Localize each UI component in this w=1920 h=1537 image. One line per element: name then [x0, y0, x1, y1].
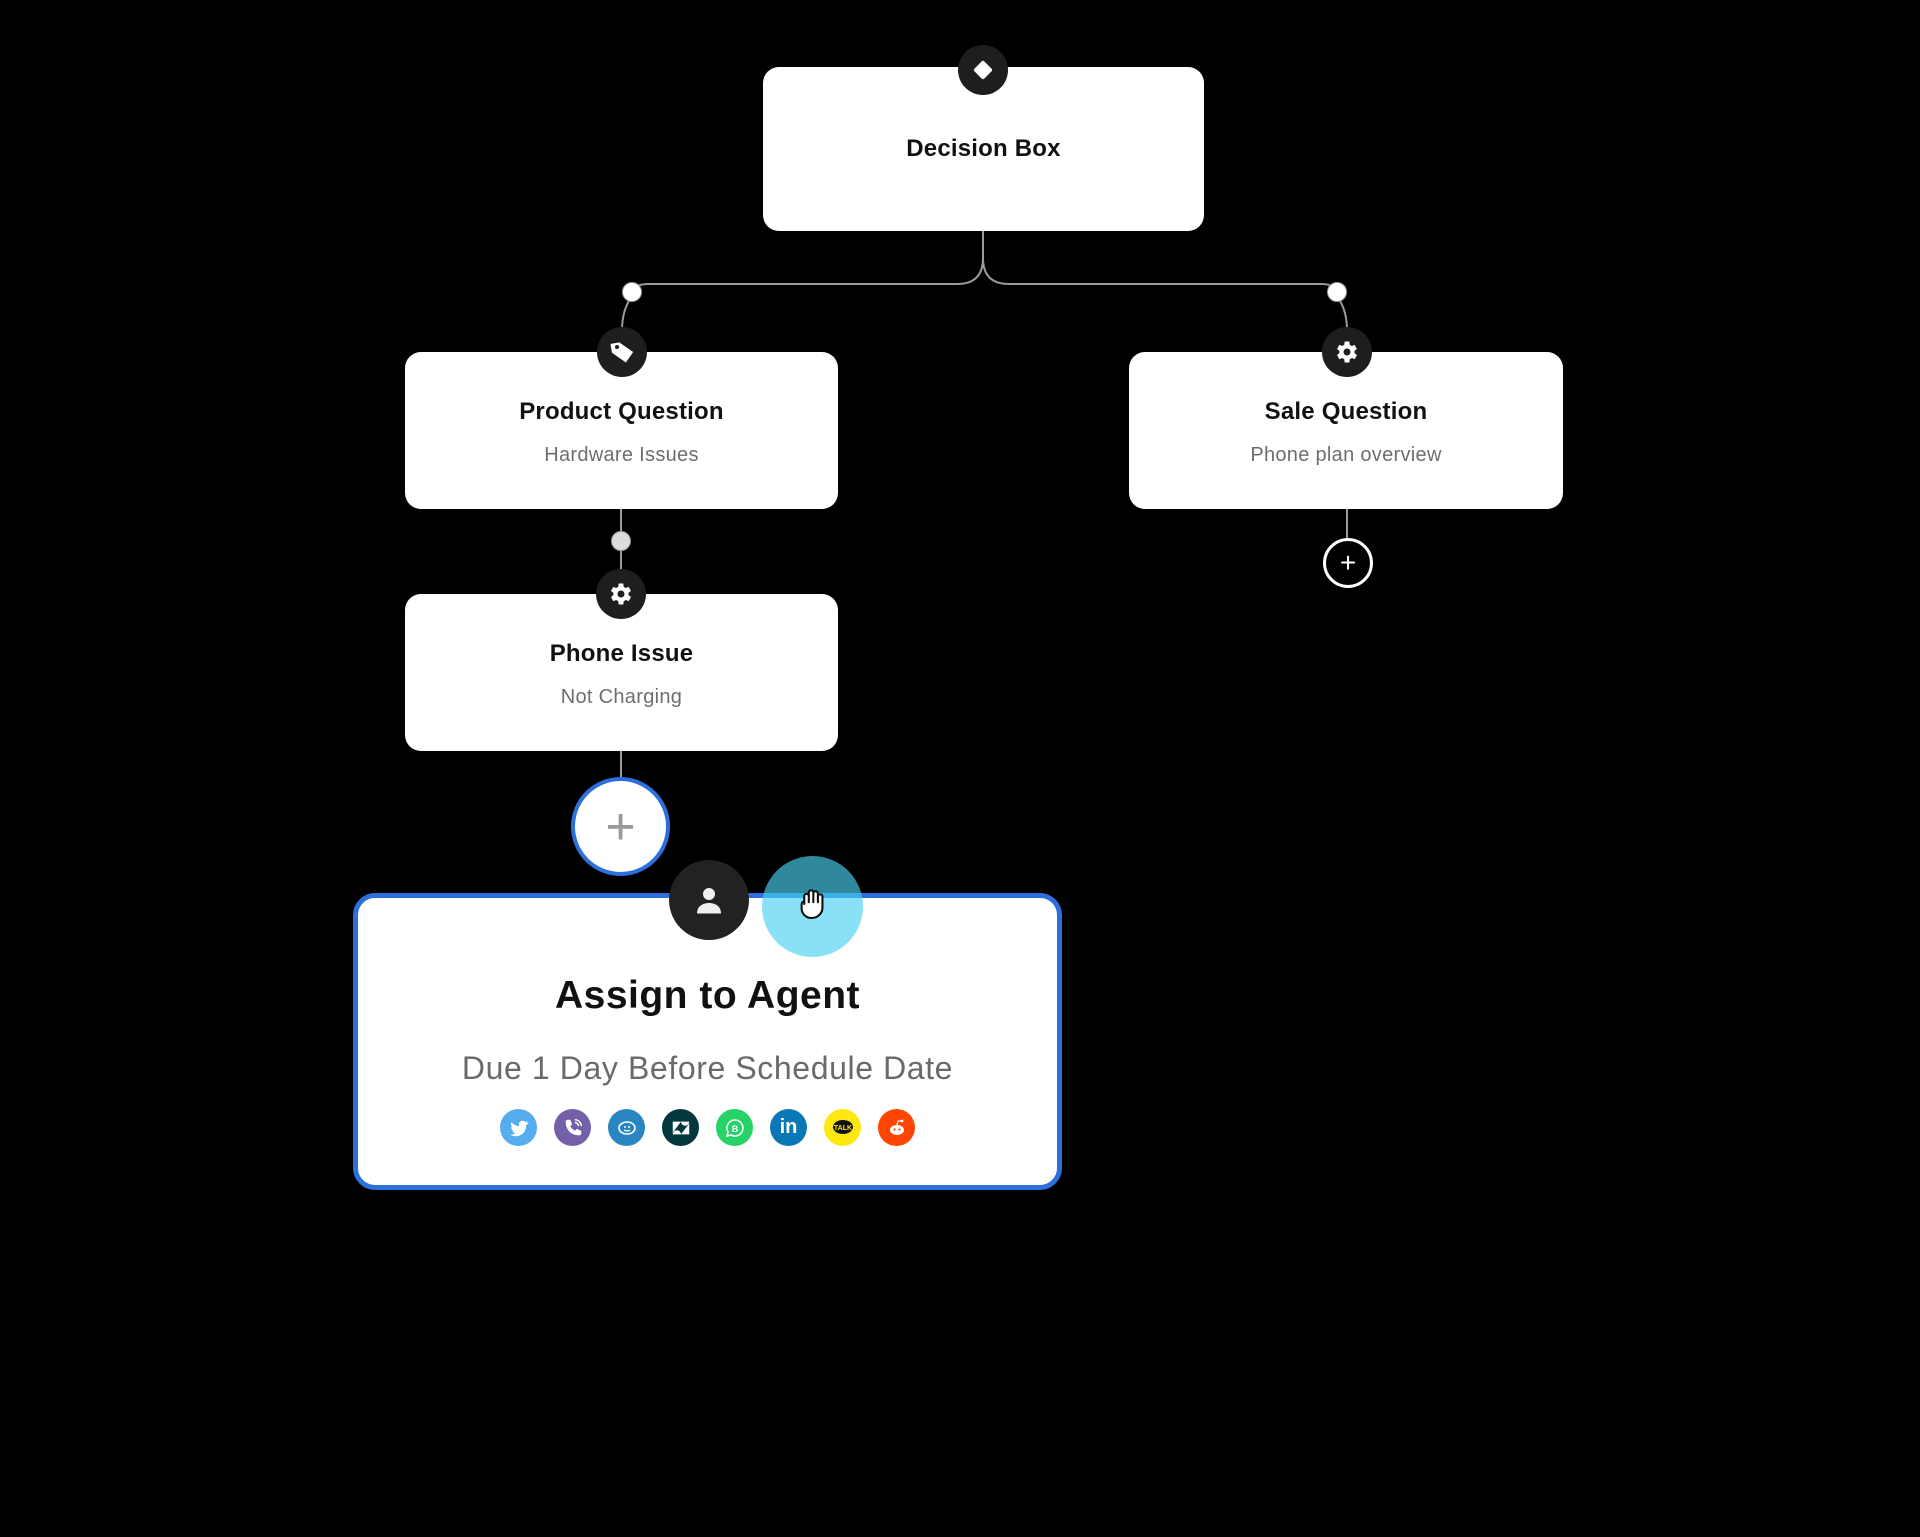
user-icon [669, 860, 749, 940]
connection-point-right[interactable] [1327, 282, 1347, 302]
connection-point-middle[interactable] [611, 531, 631, 551]
decision-box-title: Decision Box [906, 135, 1061, 162]
product-question-title: Product Question [519, 398, 724, 425]
sale-question-title: Sale Question [1264, 398, 1428, 425]
kakaotalk-icon[interactable]: TALK [824, 1109, 861, 1146]
assign-to-agent-title: Assign to Agent [554, 974, 861, 1017]
chat-messenger-icon[interactable] [608, 1109, 645, 1146]
tag-icon [597, 327, 647, 377]
reddit-icon[interactable] [878, 1109, 915, 1146]
viber-icon[interactable] [554, 1109, 591, 1146]
svg-text:B: B [731, 1124, 738, 1134]
cursor-highlight [762, 856, 863, 957]
diamond-icon [958, 45, 1008, 95]
connection-point-left[interactable] [622, 282, 642, 302]
connector-decision-right [982, 257, 1338, 297]
linkedin-icon[interactable]: in [770, 1109, 807, 1146]
add-step-button-phone[interactable]: + [571, 777, 670, 876]
gear-icon [1322, 327, 1372, 377]
product-question-subtitle: Hardware Issues [544, 444, 699, 466]
channel-icons: B in TALK [358, 1109, 1057, 1146]
sale-question-subtitle: Phone plan overview [1250, 444, 1442, 466]
whatsapp-business-icon[interactable]: B [716, 1109, 753, 1146]
gear-icon [596, 569, 646, 619]
twitter-icon[interactable] [500, 1109, 537, 1146]
assign-to-agent-subtitle: Due 1 Day Before Schedule Date [461, 1050, 954, 1086]
phone-issue-title: Phone Issue [549, 640, 694, 667]
plus-icon: + [1339, 547, 1357, 578]
svg-text:TALK: TALK [833, 1125, 851, 1132]
connector-decision-stem [631, 231, 984, 297]
add-step-button-sale[interactable]: + [1323, 538, 1373, 588]
phone-issue-subtitle: Not Charging [560, 686, 683, 708]
grab-hand-icon [792, 883, 834, 930]
plus-icon: + [605, 797, 636, 856]
zendesk-icon[interactable] [662, 1109, 699, 1146]
